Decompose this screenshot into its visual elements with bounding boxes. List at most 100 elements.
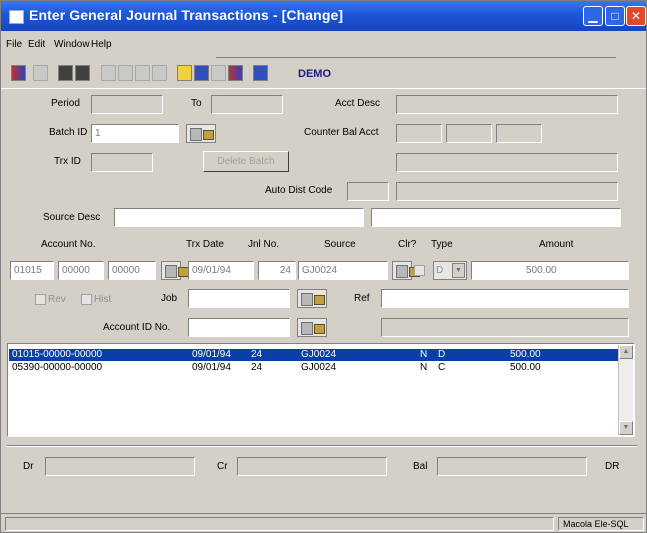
trash-icon[interactable]: [75, 65, 90, 81]
col-type: Type: [431, 239, 453, 250]
calendar-icon[interactable]: [194, 65, 209, 81]
auto-dist-desc-field: [396, 182, 618, 201]
job-lookup-icon[interactable]: [297, 289, 327, 308]
menu-bar: File Edit Window Help: [1, 31, 646, 61]
balance-type-label: DR: [605, 461, 620, 472]
delete-icon[interactable]: [33, 65, 48, 81]
job-label: Job: [161, 293, 178, 304]
account-seg1-field[interactable]: 01015: [10, 261, 54, 280]
hist-checkbox[interactable]: [81, 294, 92, 305]
status-bar: Macola Ele-SQL: [1, 513, 646, 532]
trx-id-field: [91, 153, 153, 172]
new-record-icon[interactable]: [11, 65, 26, 81]
report-icon[interactable]: [211, 65, 226, 81]
rev-checkbox[interactable]: [35, 294, 46, 305]
cell-type: D: [438, 349, 446, 360]
cell-clr: N: [420, 362, 428, 373]
cell-account: 01015-00000-00000: [12, 349, 103, 360]
period-to-field[interactable]: [211, 95, 283, 114]
acct-desc-field: [396, 95, 618, 114]
cell-date: 09/01/94: [192, 362, 231, 373]
first-record-icon[interactable]: [101, 65, 116, 81]
dr-total-field: [45, 457, 195, 476]
table-row[interactable]: 05390-00000-00000 09/01/94 24 GJ0024 N C…: [9, 362, 619, 374]
status-product: Macola Ele-SQL: [558, 517, 644, 531]
bal-total-field: [437, 457, 587, 476]
last-record-icon[interactable]: [152, 65, 167, 81]
next-record-icon[interactable]: [135, 65, 150, 81]
auto-dist-code-field[interactable]: [347, 182, 389, 201]
col-jnl-no: Jnl No.: [248, 239, 280, 250]
cell-clr: N: [420, 349, 428, 360]
previous-record-icon[interactable]: [118, 65, 133, 81]
toolbar: DEMO: [1, 61, 646, 89]
chevron-down-icon: ▼: [452, 263, 465, 278]
users-icon[interactable]: [228, 65, 243, 81]
source-field[interactable]: GJ0024: [298, 261, 388, 280]
transactions-list[interactable]: 01015-00000-00000 09/01/94 24 GJ0024 N D…: [7, 343, 635, 437]
save-icon[interactable]: [58, 65, 73, 81]
batch-lookup-icon[interactable]: [186, 124, 216, 143]
scroll-up-icon[interactable]: ▲: [619, 345, 633, 359]
cell-amount: 500.00: [510, 362, 541, 373]
journal-window: Enter General Journal Transactions - [Ch…: [0, 0, 647, 533]
counter-bal-seg2-field[interactable]: [446, 124, 492, 143]
cr-total-field: [237, 457, 387, 476]
account-lookup-icon[interactable]: [161, 261, 189, 280]
cell-type: C: [438, 362, 446, 373]
type-dropdown[interactable]: D ▼: [433, 261, 467, 280]
account-id-desc-field: [381, 318, 629, 337]
cell-source: GJ0024: [301, 349, 337, 360]
maximize-button[interactable]: □: [605, 6, 625, 26]
col-amount: Amount: [539, 239, 574, 250]
menu-help[interactable]: Help: [91, 39, 112, 50]
clr-checkbox[interactable]: [414, 265, 425, 276]
cell-amount: 500.00: [510, 349, 541, 360]
menu-file[interactable]: File: [6, 39, 22, 50]
window-title: Enter General Journal Transactions - [Ch…: [29, 7, 344, 23]
app-icon: [9, 10, 24, 24]
table-row[interactable]: 01015-00000-00000 09/01/94 24 GJ0024 N D…: [9, 349, 619, 361]
cell-jnl: 24: [251, 349, 263, 360]
bal-label: Bal: [413, 461, 428, 472]
source-lookup-icon[interactable]: [392, 261, 420, 280]
account-id-lookup-icon[interactable]: [297, 318, 327, 337]
counter-bal-acct-label: Counter Bal Acct: [304, 127, 379, 138]
maximize-icon: □: [611, 9, 619, 23]
source-desc-field[interactable]: [114, 208, 364, 227]
col-clr: Clr?: [398, 239, 417, 250]
account-seg2-field[interactable]: 00000: [58, 261, 104, 280]
account-seg3-field[interactable]: 00000: [108, 261, 156, 280]
col-source: Source: [324, 239, 356, 250]
menu-window[interactable]: Window: [54, 39, 90, 50]
hist-label: Hist: [94, 294, 112, 305]
delete-batch-button[interactable]: Delete Batch: [203, 151, 289, 172]
amount-field[interactable]: 500.00: [471, 261, 629, 280]
list-scrollbar[interactable]: ▲ ▼: [618, 345, 633, 435]
ref-field[interactable]: [381, 289, 629, 308]
acct-desc-label: Acct Desc: [335, 98, 381, 109]
batch-id-field[interactable]: 1: [91, 124, 179, 143]
close-button[interactable]: ✕: [626, 6, 646, 26]
type-value: D: [436, 265, 444, 276]
counter-bal-seg1-field[interactable]: [396, 124, 442, 143]
notes-icon[interactable]: [177, 65, 192, 81]
dr-label: Dr: [23, 461, 34, 472]
source-desc-field-2[interactable]: [371, 208, 621, 227]
job-field[interactable]: [188, 289, 290, 308]
minimize-button[interactable]: ▁: [583, 6, 603, 26]
menu-edit[interactable]: Edit: [28, 39, 45, 50]
batch-id-label: Batch ID: [49, 127, 88, 138]
col-account-no: Account No.: [41, 239, 96, 250]
counter-bal-seg3-field[interactable]: [496, 124, 542, 143]
auto-dist-code-label: Auto Dist Code: [265, 185, 333, 196]
trx-id-label: Trx ID: [54, 156, 81, 167]
period-label: Period: [51, 98, 80, 109]
period-from-field[interactable]: [91, 95, 163, 114]
close-icon: ✕: [630, 9, 642, 23]
account-id-field[interactable]: [188, 318, 290, 337]
jnl-no-field[interactable]: 24: [258, 261, 296, 280]
scroll-down-icon[interactable]: ▼: [619, 421, 633, 435]
help-icon[interactable]: [253, 65, 268, 81]
trx-date-field[interactable]: 09/01/94: [188, 261, 254, 280]
